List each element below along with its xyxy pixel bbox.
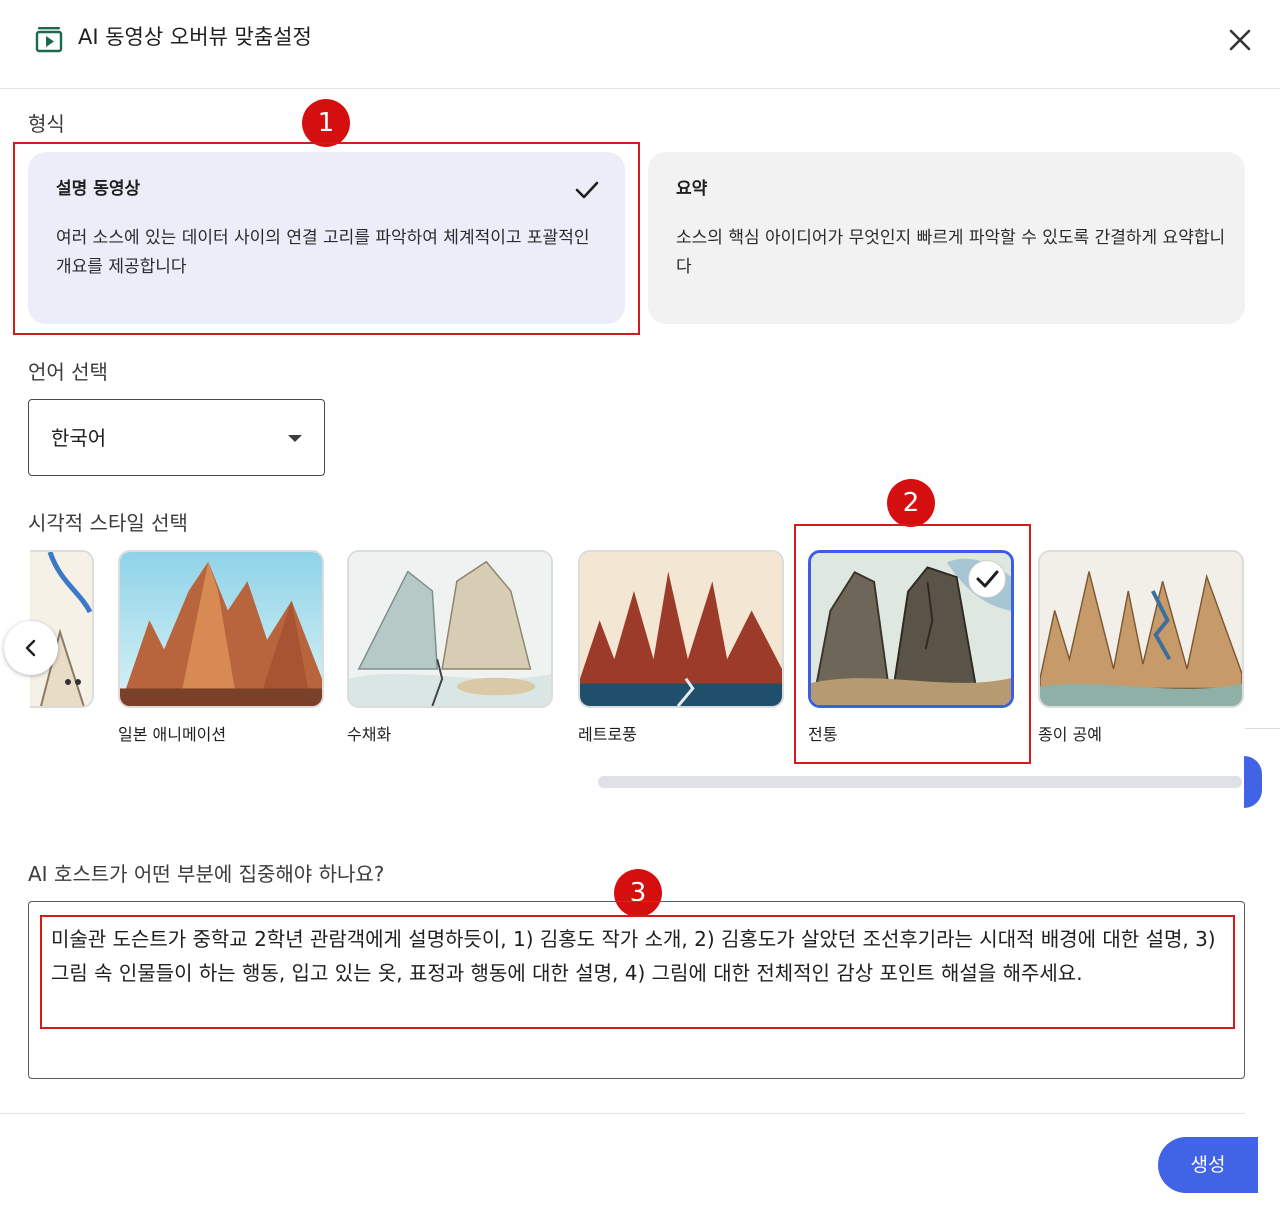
generate-button[interactable]: 생성 [1158,1137,1258,1193]
style-label: 시각적 스타일 선택 [28,511,188,535]
carousel-edge-line [1245,728,1280,729]
carousel-prev-button[interactable] [4,621,58,675]
style-label-traditional: 전통 [808,725,838,744]
dropdown-arrow-icon [288,435,302,442]
style-thumb-retro[interactable] [578,550,784,708]
format-option-description: 여러 소스에 있는 데이터 사이의 연결 고리를 파악하여 체계적이고 포괄적인… [56,228,590,277]
language-select[interactable]: 한국어 [28,399,325,476]
style-label-retro: 레트로풍 [578,725,637,744]
format-label: 형식 [28,112,65,136]
format-option-explainer[interactable]: 설명 동영상 여러 소스에 있는 데이터 사이의 연결 고리를 파악하여 체계적… [28,152,625,324]
language-label: 언어 선택 [28,360,108,384]
carousel-next-button[interactable] [1244,756,1262,808]
format-option-title: 설명 동영상 [56,179,141,199]
dialog-title: AI 동영상 오버뷰 맞춤설정 [78,25,312,49]
style-thumb-anime[interactable] [118,550,324,708]
close-icon [1229,29,1251,51]
footer-divider [0,1113,1245,1114]
video-overview-icon [34,24,64,54]
annotation-badge-2: 2 [887,479,935,527]
focus-label: AI 호스트가 어떤 부분에 집중해야 하나요? [28,862,385,886]
style-thumb-papercraft[interactable] [1038,550,1244,708]
retro-mountain-image [580,552,782,706]
language-select-value: 한국어 [51,426,107,450]
chevron-left-icon [25,639,36,657]
anime-mountain-image [120,552,322,706]
style-thumb-watercolor[interactable] [347,550,553,708]
format-option-title: 요약 [676,179,708,199]
format-option-description: 소스의 핵심 아이디어가 무엇인지 빠르게 파악할 수 있도록 간결하게 요약합… [676,228,1226,277]
format-option-summary[interactable]: 요약 소스의 핵심 아이디어가 무엇인지 빠르게 파악할 수 있도록 간결하게 … [648,152,1245,324]
style-label-papercraft: 종이 공예 [1038,725,1102,744]
close-button[interactable] [1222,22,1258,58]
carousel-scrollbar[interactable] [598,776,1242,788]
annotation-badge-1: 1 [302,99,350,147]
papercraft-mountain-image [1040,552,1242,706]
check-icon [575,181,599,199]
annotation-box-focus [40,915,1235,1029]
selected-check-icon [968,560,1006,598]
watercolor-mountain-image [349,552,551,706]
style-label-anime: 일본 애니메이션 [118,725,227,744]
style-label-watercolor: 수채화 [347,725,392,744]
